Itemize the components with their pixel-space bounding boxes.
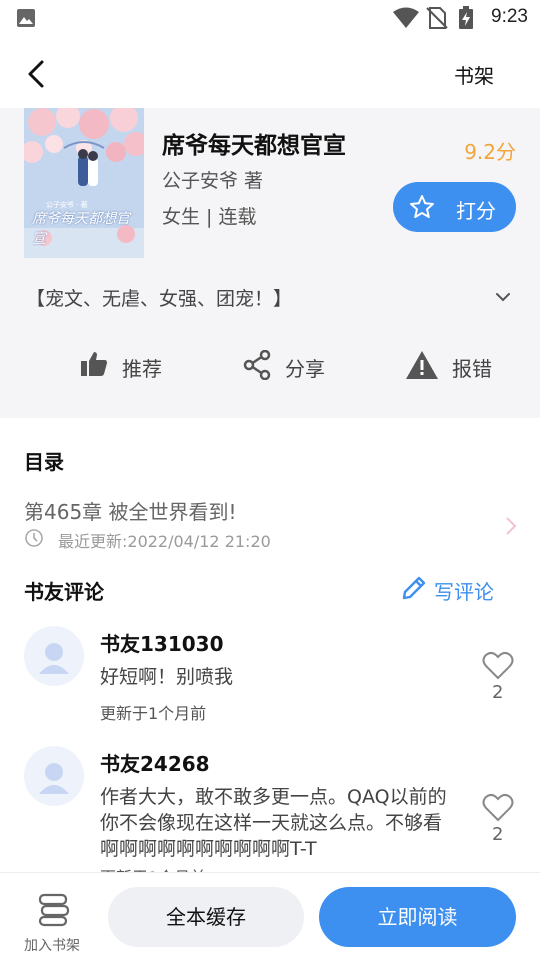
book-title: 席爷每天都想官宣	[162, 133, 346, 159]
report-error-button[interactable]: 报错	[405, 346, 500, 386]
comment-time: 更新于1个月前	[100, 704, 207, 723]
battery-charging-icon	[459, 6, 473, 29]
catalog-title: 目录	[24, 450, 64, 474]
add-to-shelf-button[interactable]: 加入书架	[18, 883, 90, 954]
rate-button[interactable]: 打分	[393, 182, 516, 232]
status-bar: 9:23	[0, 0, 540, 36]
update-time: 最近更新:2022/04/12 21:20	[58, 532, 271, 551]
share-label: 分享	[285, 357, 325, 381]
like-count: 2	[492, 824, 504, 845]
warning-icon	[406, 351, 438, 379]
chevron-down-icon[interactable]	[494, 288, 512, 306]
chevron-right-icon[interactable]	[504, 516, 518, 536]
status-time: 9:23	[491, 6, 528, 27]
read-now-button[interactable]: 立即阅读	[319, 887, 516, 947]
user-icon	[39, 763, 69, 794]
comment-author: 书友131030	[100, 632, 224, 656]
bookshelf-link[interactable]: 书架	[454, 60, 494, 89]
book-info-panel: 公子安爷 · 著 席爷每天都想官宣 席爷每天都想官宣 9.2分 公子安爷 著 女…	[0, 108, 540, 418]
share-button[interactable]: 分享	[243, 346, 333, 386]
share-icon	[243, 350, 271, 380]
comment-text: 好短啊！别喷我	[100, 666, 234, 688]
book-cover[interactable]: 公子安爷 · 著 席爷每天都想官宣	[24, 108, 144, 258]
pencil-icon	[402, 576, 426, 600]
chevron-left-icon[interactable]	[20, 56, 56, 92]
rate-button-label: 打分	[456, 199, 496, 223]
write-comment-label: 写评论	[434, 580, 494, 604]
thumbs-up-icon	[81, 352, 107, 376]
write-comment-button[interactable]: 写评论	[400, 574, 516, 604]
user-icon	[39, 643, 69, 674]
like-count: 2	[492, 682, 504, 703]
cache-all-button[interactable]: 全本缓存	[108, 887, 304, 947]
latest-chapter[interactable]: 第465章 被全世界看到!	[24, 496, 237, 525]
comment-time: 更新于2个月前	[100, 864, 206, 872]
heart-icon[interactable]	[482, 650, 514, 680]
top-bar: 书架	[0, 36, 540, 108]
book-meta: 女生 | 连载	[162, 206, 257, 228]
book-tags: 【宠文、无虐、女强、团宠！】	[26, 288, 293, 310]
no-sim-icon	[426, 7, 448, 29]
heart-icon[interactable]	[482, 792, 514, 822]
bookshelf-icon	[38, 893, 70, 927]
cover-title: 席爷每天都想官宣	[32, 211, 130, 247]
image-icon	[17, 9, 35, 27]
report-error-label: 报错	[452, 357, 492, 381]
bottom-bar: 加入书架 全本缓存 立即阅读	[0, 872, 540, 960]
comment-item: 书友131030 好短啊！别喷我 更新于1个月前 2	[0, 626, 540, 736]
comment-text: 作者大大，敢不敢多更一点。QAQ以前的你不会像现在这样一天就这么点。不够看啊啊啊…	[100, 786, 447, 860]
clock-icon	[25, 529, 43, 547]
book-score: 9.2分	[464, 140, 516, 164]
avatar[interactable]	[24, 626, 84, 686]
add-to-shelf-label: 加入书架	[24, 938, 80, 954]
star-icon	[410, 195, 434, 218]
wifi-icon	[393, 7, 419, 28]
recommend-button[interactable]: 推荐	[80, 346, 170, 386]
avatar[interactable]	[24, 746, 84, 806]
comment-author: 书友24268	[100, 752, 210, 776]
book-author: 公子安爷 著	[162, 170, 264, 192]
comments-title: 书友评论	[24, 580, 104, 604]
recommend-label: 推荐	[122, 357, 162, 381]
comment-item: 书友24268 作者大大，敢不敢多更一点。QAQ以前的你不会像现在这样一天就这么…	[0, 746, 540, 872]
